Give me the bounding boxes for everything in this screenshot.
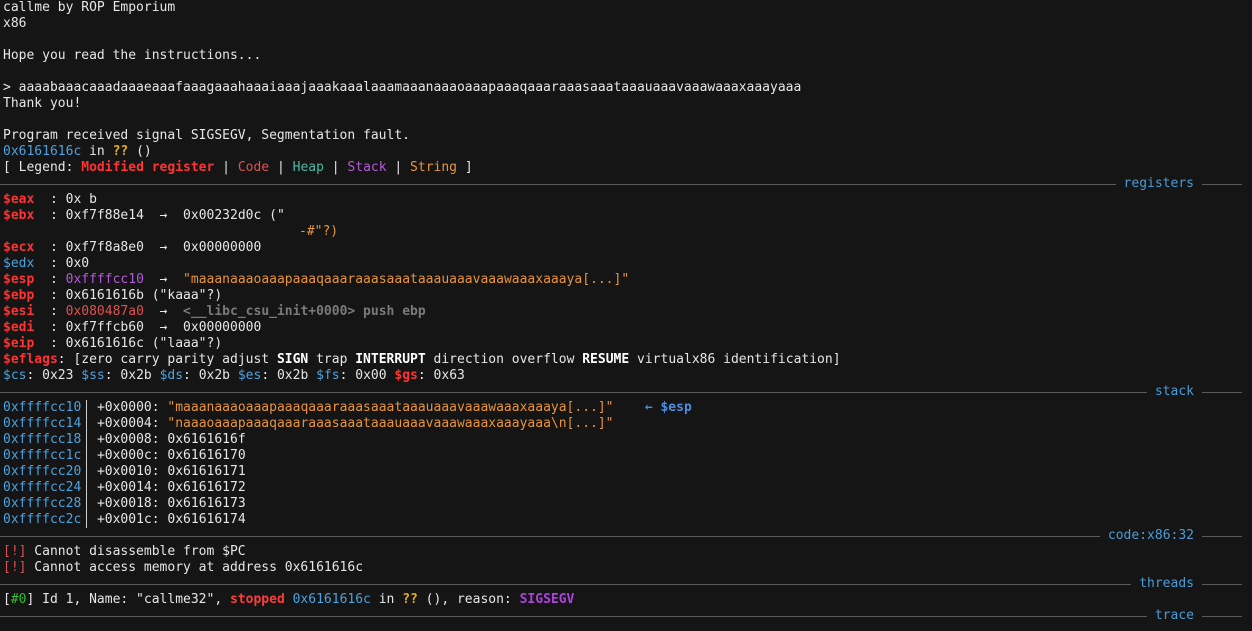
thread-reason: SIGSEGV [519, 592, 575, 607]
stack-row: 0xffffcc24 +0x0014: 0x61616172 [3, 480, 246, 495]
register-eflags: $eflags: [zero carry parity adjust SIGN … [3, 352, 841, 367]
stack-row: 0xffffcc28 +0x0018: 0x61616173 [3, 496, 246, 511]
error-tag: [!] [3, 544, 27, 559]
registers-separator: registers [0, 176, 1242, 192]
fault-address: 0x6161616c [3, 144, 82, 159]
legend-stack: Stack [347, 160, 387, 175]
code-separator: code:x86:32 [0, 528, 1242, 544]
threads-separator: threads [0, 576, 1242, 592]
legend-modified: Modified register [81, 160, 215, 175]
stack-row: 0xffffcc14 +0x0004: "naaaoaaapaaaqaaaraa… [3, 416, 614, 431]
legend-code: Code [237, 160, 270, 175]
register-eax: $eax : 0x b [3, 192, 97, 207]
registers-section-label: registers [1115, 176, 1202, 192]
segment-registers: $cs: 0x23 $ss: 0x2b $ds: 0x2b $es: 0x2b … [3, 368, 465, 383]
stack-separator: stack [0, 384, 1242, 400]
register-ecx: $ecx : 0xf7f8a8e0 → 0x00000000 [3, 240, 262, 255]
esp-pointer: ← $esp [644, 400, 692, 415]
thread-line: [#0] Id 1, Name: "callme32", stopped 0x6… [3, 592, 575, 607]
fault-function: ?? [112, 144, 129, 159]
trace-separator: trace [0, 608, 1242, 624]
stack-row: 0xffffcc1c +0x000c: 0x61616170 [3, 448, 246, 463]
error-tag: [!] [3, 560, 27, 575]
register-esp: $esp : 0xffffcc10 → "maaanaaaoaaapaaaqaa… [3, 272, 630, 287]
stack-section-label: stack [1146, 384, 1202, 400]
register-esi: $esi : 0x080487a0 → <__libc_csu_init+000… [3, 304, 426, 319]
legend-string: String [410, 160, 458, 175]
code-section-label: code:x86:32 [1099, 528, 1202, 544]
register-ebx-continuation: -#"?) [299, 224, 339, 239]
register-edx: $edx : 0x0 [3, 256, 90, 271]
thread-id: #0 [10, 592, 27, 607]
arch-line: x86 [3, 16, 27, 31]
legend: [ Legend: Modified register | Code | Hea… [3, 160, 473, 175]
register-edi: $edi : 0xf7ffcb60 → 0x00000000 [3, 320, 262, 335]
legend-heap: Heap [292, 160, 324, 175]
register-ebp: $ebp : 0x6161616b ("kaaa"?) [3, 288, 223, 303]
register-eip: $eip : 0x6161616c ("laaa"?) [3, 336, 223, 351]
trace-section-label: trace [1146, 608, 1202, 624]
input-line: > aaaabaaacaaadaaaeaaafaaagaaahaaaiaaaja… [3, 80, 802, 95]
fault-line: 0x6161616c in ?? () [3, 144, 152, 159]
instructions-line: Hope you read the instructions... [3, 48, 262, 63]
code-error-line: [!] Cannot disassemble from $PC [3, 544, 246, 559]
signal-line: Program received signal SIGSEGV, Segment… [3, 128, 410, 143]
register-ebx: $ebx : 0xf7f88e14 → 0x00232d0c (" [3, 208, 285, 223]
code-error-line: [!] Cannot access memory at address 0x61… [3, 560, 364, 575]
program-banner: callme by ROP Emporium [3, 0, 176, 15]
stack-row: 0xffffcc18 +0x0008: 0x6161616f [3, 432, 246, 447]
stack-row: 0xffffcc20 +0x0010: 0x61616171 [3, 464, 246, 479]
stack-row: 0xffffcc2c +0x001c: 0x61616174 [3, 512, 246, 527]
thanks-line: Thank you! [3, 96, 82, 111]
threads-section-label: threads [1131, 576, 1202, 592]
stack-row: 0xffffcc10 +0x0000: "maaanaaaoaaapaaaqaa… [3, 400, 692, 415]
thread-status: stopped [229, 592, 285, 607]
